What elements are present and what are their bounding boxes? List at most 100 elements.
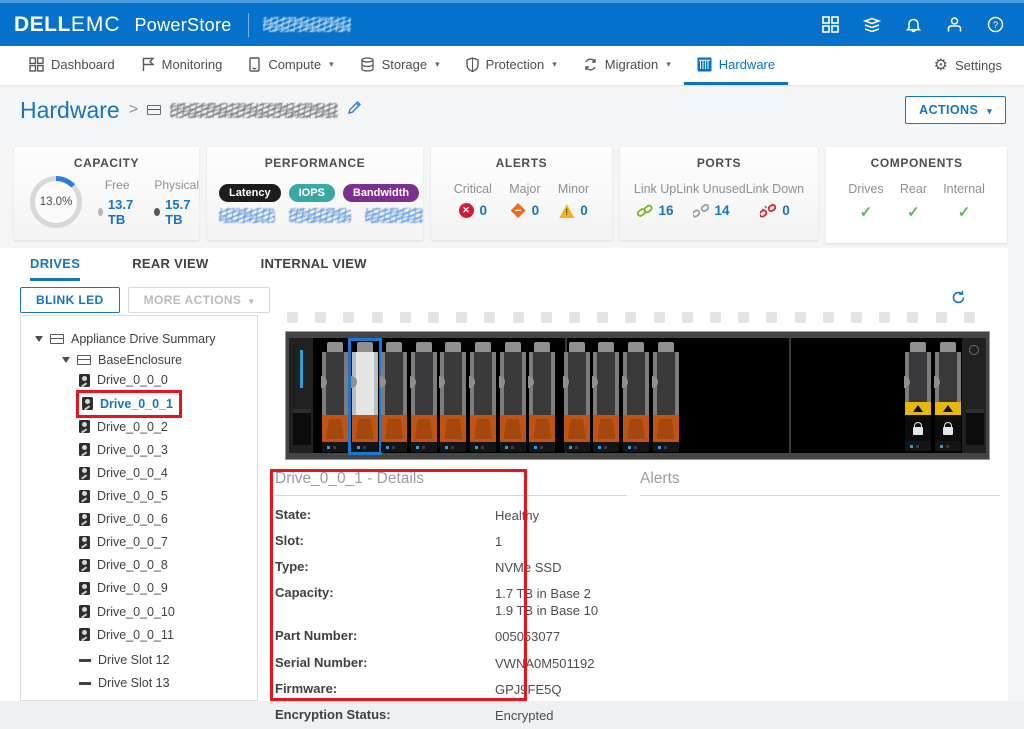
tree-node-drive[interactable]: Drive_0_0_10 — [21, 602, 257, 625]
ports-card[interactable]: PORTS Link Up 16 Link Unused — [620, 147, 818, 240]
enclosure-drive-slot-7[interactable] — [529, 342, 555, 451]
check-icon: ✓ — [943, 203, 985, 221]
tree-node-drive[interactable]: Drive_0_0_6 — [21, 509, 257, 532]
enclosure-drive-slot-3[interactable] — [411, 342, 437, 451]
nav-item-migration[interactable]: Migration ▾ — [570, 46, 684, 85]
summary-cards: CAPACITY 13.0% Free 13.7 TB Physical 15.… — [14, 147, 1007, 243]
drive-icon — [79, 420, 90, 433]
slot-checkbox[interactable] — [287, 312, 298, 323]
slot-checkbox[interactable] — [682, 312, 693, 323]
enclosure-drive-slot-4[interactable] — [440, 342, 466, 451]
nav-item-storage[interactable]: Storage ▾ — [347, 46, 453, 85]
slot-checkbox[interactable] — [766, 312, 777, 323]
blink-led-button[interactable]: BLINK LED — [20, 287, 120, 313]
slot-checkbox[interactable] — [400, 312, 411, 323]
enclosure-drive-slot-11[interactable] — [653, 342, 679, 451]
slot-checkbox[interactable] — [456, 312, 467, 323]
tree-node-drive[interactable]: Drive_0_0_5 — [21, 486, 257, 509]
slot-checkbox[interactable] — [654, 312, 665, 323]
slot-checkbox[interactable] — [907, 312, 918, 323]
tree-node-drive[interactable]: Drive_0_0_11 — [21, 625, 257, 648]
drive-details-title: Drive_0_0_1 - Details — [275, 470, 627, 496]
slot-checkbox[interactable] — [372, 312, 383, 323]
slot-checkbox[interactable] — [851, 312, 862, 323]
enclosure-left-bezel — [289, 338, 315, 453]
performance-card[interactable]: PERFORMANCE Latency IOPS Bandwidth — [207, 147, 423, 240]
enclosure-drive-slot-6[interactable] — [500, 342, 526, 451]
slot-checkbox[interactable] — [428, 312, 439, 323]
enclosure-drive-slot-8[interactable] — [564, 342, 590, 451]
slot-checkbox[interactable] — [710, 312, 721, 323]
tree-node-drive[interactable]: Drive_0_0_3 — [21, 440, 257, 463]
user-icon[interactable] — [946, 16, 963, 33]
alerts-card[interactable]: ALERTS Critical ✕ 0 Major − 0 Minor ! 0 — [431, 147, 612, 240]
tree-node-base-enclosure[interactable]: BaseEnclosure — [21, 349, 257, 370]
tree-node-empty-slot[interactable]: Drive Slot 14 — [21, 694, 257, 701]
refresh-icon[interactable] — [951, 290, 966, 310]
nav-item-monitoring[interactable]: Monitoring — [128, 46, 236, 85]
tree-expander-icon[interactable] — [35, 336, 43, 342]
tree-node-drive[interactable]: Drive_0_0_7 — [21, 532, 257, 555]
tree-node-empty-slot[interactable]: Drive Slot 12 — [21, 648, 257, 671]
enclosure-drive-slot-0[interactable] — [322, 342, 348, 451]
more-actions-button[interactable]: MORE ACTIONS ▾ — [128, 287, 270, 313]
tab-drives[interactable]: DRIVES — [30, 256, 80, 281]
breadcrumb-hardware-link[interactable]: Hardware — [20, 97, 120, 124]
tree-slot-label: Drive Slot 12 — [98, 650, 170, 670]
tab-rear-view[interactable]: REAR VIEW — [132, 256, 208, 281]
slot-checkbox[interactable] — [541, 312, 552, 323]
slot-checkbox[interactable] — [484, 312, 495, 323]
tree-node-appliance-drive-summary[interactable]: Appliance Drive Summary — [21, 328, 257, 349]
slot-checkbox[interactable] — [597, 312, 608, 323]
enclosure-drive-slot-1[interactable] — [352, 342, 378, 451]
capacity-card[interactable]: CAPACITY 13.0% Free 13.7 TB Physical 15.… — [14, 147, 199, 240]
main-nav: Dashboard Monitoring Compute ▾ Storage ▾ — [0, 46, 1024, 86]
slot-checkbox[interactable] — [936, 312, 947, 323]
detail-row: Encryption Status: Encrypted — [275, 702, 627, 728]
tree-drive-label: Drive_0_0_3 — [97, 440, 168, 460]
slot-checkbox[interactable] — [625, 312, 636, 323]
tab-internal-view[interactable]: INTERNAL VIEW — [261, 256, 367, 281]
notifications-icon[interactable] — [905, 16, 922, 33]
nav-item-hardware[interactable]: Hardware — [684, 46, 788, 85]
enclosure-locked-drive-0[interactable] — [905, 342, 931, 451]
detail-value: VWNA0M501192 — [495, 655, 594, 672]
enclosure-drive-slot-2[interactable] — [381, 342, 407, 451]
edit-pencil-icon[interactable] — [347, 100, 362, 120]
tree-node-drive[interactable]: Drive_0_0_2 — [21, 417, 257, 440]
tree-drive-label: Drive_0_0_8 — [97, 555, 168, 575]
slot-checkbox[interactable] — [823, 312, 834, 323]
warning-triangle-icon — [905, 402, 931, 415]
nav-item-dashboard[interactable]: Dashboard — [16, 46, 128, 85]
tree-node-drive[interactable]: Drive_0_0_8 — [21, 555, 257, 578]
tree-node-drive[interactable]: Drive_0_0_4 — [21, 463, 257, 486]
nav-item-compute[interactable]: Compute ▾ — [235, 46, 346, 85]
redacted-iops-value — [289, 208, 351, 223]
slot-checkbox[interactable] — [964, 312, 975, 323]
actions-button[interactable]: ACTIONS ▾ — [905, 96, 1006, 124]
slot-checkbox[interactable] — [795, 312, 806, 323]
enclosure-drive-slot-10[interactable] — [623, 342, 649, 451]
slot-checkbox[interactable] — [315, 312, 326, 323]
detail-row: Part Number: 005053077 — [275, 624, 627, 650]
enclosure-locked-drive-1[interactable] — [935, 342, 961, 451]
slot-checkbox[interactable] — [879, 312, 890, 323]
components-card[interactable]: COMPONENTS Drives ✓ Rear ✓ Internal ✓ — [826, 147, 1007, 243]
detail-row: Capacity: 1.7 TB in Base 2 1.9 TB in Bas… — [275, 581, 627, 624]
tree-node-drive[interactable]: Drive_0_0_9 — [21, 578, 257, 601]
help-icon[interactable]: ? — [987, 16, 1004, 33]
tree-node-empty-slot[interactable]: Drive Slot 13 — [21, 671, 257, 694]
slot-checkbox[interactable] — [569, 312, 580, 323]
tree-node-drive[interactable]: Drive_0_0_1 — [21, 394, 257, 417]
slot-checkbox[interactable] — [738, 312, 749, 323]
nav-item-settings[interactable]: ⚙ Settings — [912, 46, 1024, 85]
slot-checkbox[interactable] — [343, 312, 354, 323]
tree-expander-icon[interactable] — [62, 357, 70, 363]
enclosure-drive-slot-9[interactable] — [593, 342, 619, 451]
enclosure-drive-slot-5[interactable] — [470, 342, 496, 451]
slot-checkbox[interactable] — [513, 312, 524, 323]
cluster-icon[interactable] — [863, 17, 881, 33]
nav-item-protection[interactable]: Protection ▾ — [453, 46, 570, 85]
apps-icon[interactable] — [822, 16, 839, 33]
nav-label: Compute — [268, 57, 321, 72]
